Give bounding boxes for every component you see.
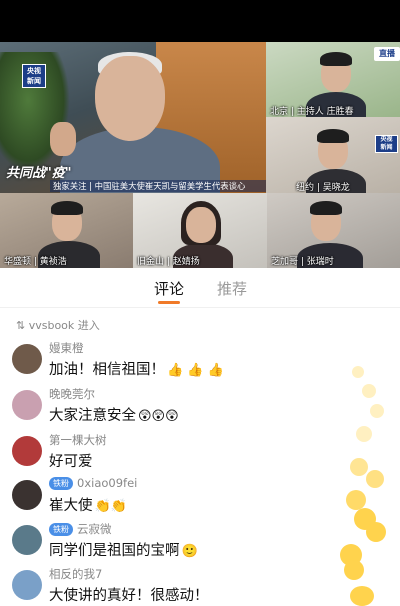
tab-recommend[interactable]: 推荐: [217, 278, 247, 299]
floating-like-icon: [362, 384, 376, 398]
comment-text-content: 崔大使: [49, 498, 93, 514]
host-hair: [320, 52, 352, 66]
video-player[interactable]: 北京 | 主持人 庄胜春 纽约 | 吴晓龙 华盛顿 | 黄祯浩 旧金山 | 赵婧…: [0, 42, 400, 268]
avatar[interactable]: [12, 525, 42, 555]
comment-text: 加油！相信祖国！ 👍 👍 👍: [49, 358, 224, 379]
comment-username-text: 0xiao09fei: [77, 476, 138, 490]
washington-hair: [51, 201, 83, 215]
floating-like-icon: [366, 522, 386, 542]
comment-item: 嫚東橙 加油！相信祖国！ 👍 👍 👍: [12, 340, 312, 392]
floating-like-icon: [350, 586, 374, 606]
avatar[interactable]: [12, 570, 42, 600]
caption-host: 北京 | 主持人 庄胜春: [270, 107, 354, 117]
speaker-head: [95, 56, 165, 141]
avatar[interactable]: [12, 344, 42, 374]
clapping-hands-icon: 👏👏: [94, 499, 127, 514]
comment-text-content: 大家注意安全: [49, 408, 136, 424]
comment-username: 相反的我7: [49, 567, 103, 581]
caption-newyork: 纽约 | 吴晓龙: [296, 183, 350, 193]
caption-chicago: 芝加哥 | 张瑞时: [271, 257, 334, 267]
floating-like-icon: [350, 458, 368, 476]
fan-badge: 铁粉: [49, 477, 73, 490]
tab-comments[interactable]: 评论: [154, 278, 184, 299]
floating-like-icon: [352, 366, 364, 378]
caption-sanfrancisco: 旧金山 | 赵婧扬: [137, 257, 200, 267]
campaign-title: 共同战"疫": [6, 166, 72, 181]
user-icon: ⇅: [16, 319, 26, 332]
smiling-face-icon: 🙂: [181, 544, 198, 559]
comment-text-content: 同学们是祖国的宝啊: [49, 543, 180, 559]
comment-username: 铁粉 0xiao09fei: [49, 476, 137, 490]
video-tile-newyork: 纽约 | 吴晓龙: [266, 117, 400, 193]
comment-username: 嫚東橙: [49, 341, 84, 355]
floating-like-icon: [370, 404, 384, 418]
video-tile-chicago: 芝加哥 | 张瑞时: [267, 193, 400, 268]
comment-text: 同学们是祖国的宝啊 🙂: [49, 539, 198, 560]
comment-text: 大家注意安全 😲😲😲: [49, 404, 179, 425]
comment-text: 好可爱: [49, 450, 93, 471]
sanfrancisco-face: [186, 207, 216, 243]
enter-notice-text: vvsbook 进入: [28, 319, 100, 332]
video-banner: 独家关注 | 中国驻美大使崔天凯与留美学生代表谈心: [50, 180, 266, 192]
avatar[interactable]: [12, 480, 42, 510]
comment-item: 晚晚莞尔 大家注意安全 😲😲😲: [12, 386, 312, 438]
active-tab-indicator: [158, 301, 180, 304]
newyork-hair: [317, 129, 349, 143]
cctv-news-logo-text: 央视 新闻: [27, 67, 41, 85]
comment-text-content: 好可爱: [49, 454, 93, 470]
cctv-news-logo: 央视 新闻: [22, 64, 46, 88]
cctv-news-logo-small: 央视 新闻: [375, 135, 398, 153]
chicago-hair: [310, 201, 342, 215]
live-badge: 直播: [374, 47, 400, 61]
comment-tabs: 评论 推荐: [0, 268, 400, 308]
status-bar: [0, 0, 400, 42]
comment-username: 第一棵大树: [49, 433, 107, 447]
fan-badge: 铁粉: [49, 523, 73, 536]
caption-washington: 华盛顿 | 黄祯浩: [4, 257, 67, 267]
surprised-face-icon: 😲😲😲: [138, 409, 179, 424]
cctv-news-logo-small-text: 央视 新闻: [380, 136, 393, 151]
floating-like-icon: [344, 560, 364, 580]
thumbs-up-icon: 👍 👍 👍: [167, 363, 224, 378]
speaker-fist: [50, 122, 76, 156]
comment-username: 铁粉 云寂微: [49, 521, 112, 537]
video-tile-sanfrancisco: 旧金山 | 赵婧扬: [133, 193, 267, 268]
comment-username-text: 云寂微: [77, 522, 112, 536]
comment-text-content: 大使讲的真好！很感动！: [49, 588, 209, 604]
video-tile-washington: 华盛顿 | 黄祯浩: [0, 193, 133, 268]
comment-text: 崔大使 👏👏: [49, 494, 127, 515]
comment-username: 晚晚莞尔: [49, 387, 95, 401]
avatar[interactable]: [12, 390, 42, 420]
enter-notice: ⇅ vvsbook 进入: [16, 317, 100, 333]
live-stream-screen: 北京 | 主持人 庄胜春 纽约 | 吴晓龙 华盛顿 | 黄祯浩 旧金山 | 赵婧…: [0, 0, 400, 606]
floating-like-icon: [356, 426, 372, 442]
comment-text: 大使讲的真好！很感动！: [49, 584, 209, 605]
floating-like-icon: [346, 490, 366, 510]
comment-item: 相反的我7 大使讲的真好！很感动！: [12, 566, 312, 606]
comment-text-content: 加油！相信祖国！: [49, 362, 165, 378]
floating-like-icon: [366, 470, 384, 488]
avatar[interactable]: [12, 436, 42, 466]
